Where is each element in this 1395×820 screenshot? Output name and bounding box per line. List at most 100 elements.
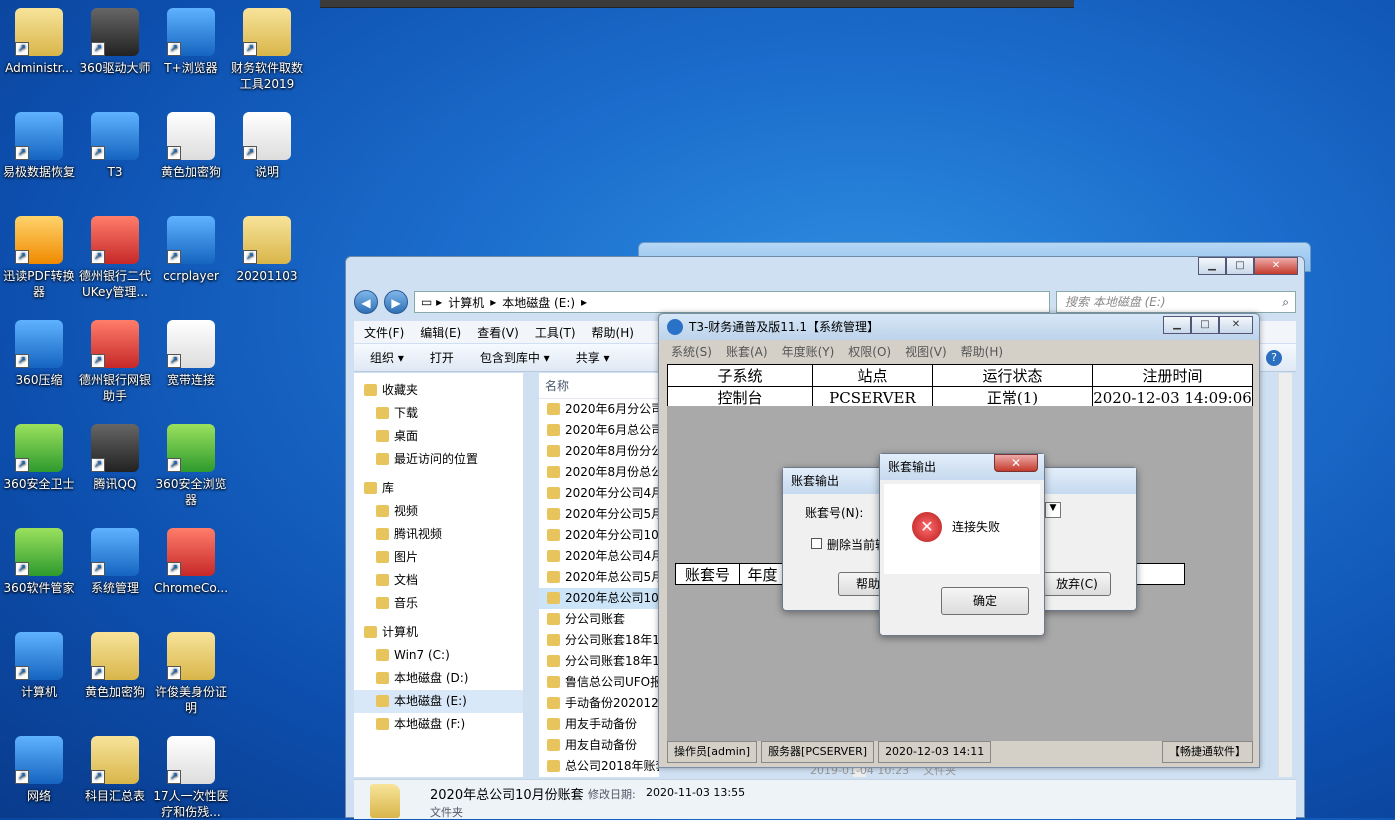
- file-row[interactable]: 分公司账套18年1: [539, 651, 659, 672]
- app-icon: ↗: [15, 528, 63, 576]
- file-row[interactable]: 2020年6月总公司: [539, 420, 659, 441]
- desktop-icon[interactable]: ↗ T3: [76, 112, 154, 180]
- desktop-icon[interactable]: ↗ 网络: [0, 736, 78, 804]
- nav-item[interactable]: 库: [354, 477, 523, 500]
- ok-button[interactable]: 确定: [941, 587, 1029, 615]
- desktop-icon[interactable]: ↗ 财务软件取数工具2019: [228, 8, 306, 92]
- toolbar-button[interactable]: 包含到库中 ▾: [480, 349, 550, 366]
- desktop-icon[interactable]: ↗ 17人一次性医疗和伤残...: [152, 736, 230, 820]
- file-row[interactable]: 分公司账套: [539, 609, 659, 630]
- nav-item[interactable]: 收藏夹: [354, 379, 523, 402]
- nav-item[interactable]: 最近访问的位置: [354, 448, 523, 471]
- nav-item[interactable]: 音乐: [354, 592, 523, 615]
- desktop-icon[interactable]: ↗ 360安全卫士: [0, 424, 78, 492]
- desktop-icon[interactable]: ↗ 20201103: [228, 216, 306, 284]
- desktop-icon[interactable]: ↗ 系统管理: [76, 528, 154, 596]
- nav-item[interactable]: 文档: [354, 569, 523, 592]
- nav-item[interactable]: 计算机: [354, 621, 523, 644]
- desktop-icon[interactable]: ↗ 德州银行网银助手: [76, 320, 154, 404]
- file-scrollbar[interactable]: [1278, 373, 1292, 777]
- menu-item[interactable]: 文件(F): [364, 324, 404, 341]
- t3-menu-item[interactable]: 帮助(H): [961, 343, 1003, 360]
- menu-item[interactable]: 帮助(H): [592, 324, 634, 341]
- help-icon[interactable]: ?: [1266, 350, 1282, 366]
- t3-menu-item[interactable]: 年度账(Y): [782, 343, 835, 360]
- file-row[interactable]: 2020年分公司4月: [539, 483, 659, 504]
- t3-menu-item[interactable]: 系统(S): [671, 343, 712, 360]
- file-row[interactable]: 2020年6月分公司: [539, 399, 659, 420]
- file-row[interactable]: 用友手动备份: [539, 714, 659, 735]
- file-row[interactable]: 2020年总公司4月: [539, 546, 659, 567]
- nav-item[interactable]: 图片: [354, 546, 523, 569]
- desktop-icon[interactable]: ↗ 360安全浏览器: [152, 424, 230, 508]
- delete-checkbox[interactable]: [811, 538, 822, 549]
- desktop-icon[interactable]: ↗ ChromeCo...: [152, 528, 230, 596]
- nav-item[interactable]: 视频: [354, 500, 523, 523]
- file-row[interactable]: 2020年总公司5月: [539, 567, 659, 588]
- desktop-icon[interactable]: ↗ 迅读PDF转换器: [0, 216, 78, 300]
- desktop-icon[interactable]: ↗ 360驱动大师: [76, 8, 154, 76]
- file-row[interactable]: 分公司账套18年1: [539, 630, 659, 651]
- shortcut-arrow-icon: ↗: [243, 42, 257, 56]
- search-input[interactable]: 搜索 本地磁盘 (E:) ⌕: [1056, 291, 1296, 313]
- desktop-icon[interactable]: ↗ 说明: [228, 112, 306, 180]
- file-row[interactable]: 用友自动备份: [539, 735, 659, 756]
- error-close-button[interactable]: ✕: [994, 454, 1038, 472]
- back-button[interactable]: ◀: [354, 290, 378, 314]
- desktop-icon[interactable]: ↗ 德州银行二代UKey管理...: [76, 216, 154, 300]
- address-bar[interactable]: ▭ ▸ 计算机 ▸ 本地磁盘 (E:) ▸: [414, 291, 1050, 313]
- desktop-icon[interactable]: ↗ 360软件管家: [0, 528, 78, 596]
- desktop-icon[interactable]: ↗ 黄色加密狗: [76, 632, 154, 700]
- maximize-button[interactable]: □: [1226, 257, 1254, 275]
- toolbar-button[interactable]: 共享 ▾: [576, 349, 610, 366]
- t3-menu-item[interactable]: 账套(A): [726, 343, 768, 360]
- breadcrumb-drive-e[interactable]: 本地磁盘 (E:): [502, 294, 575, 311]
- nav-item[interactable]: 本地磁盘 (E:): [354, 690, 523, 713]
- toolbar-button[interactable]: 打开: [430, 349, 454, 366]
- desktop-icon[interactable]: ↗ 易极数据恢复: [0, 112, 78, 180]
- file-row[interactable]: 2020年8月份总公: [539, 462, 659, 483]
- menu-item[interactable]: 工具(T): [535, 324, 576, 341]
- file-row[interactable]: 总公司2018年账套1-11月份: [539, 756, 659, 777]
- desktop-icon[interactable]: ↗ 腾讯QQ: [76, 424, 154, 492]
- nav-item[interactable]: 腾讯视频: [354, 523, 523, 546]
- breadcrumb-computer[interactable]: 计算机: [448, 294, 484, 311]
- nav-item[interactable]: Win7 (C:): [354, 644, 523, 667]
- folder-icon: [547, 445, 560, 457]
- app-icon: ↗: [15, 216, 63, 264]
- cancel-button[interactable]: 放弃(C): [1043, 572, 1111, 596]
- desktop-icon[interactable]: ↗ 360压缩: [0, 320, 78, 388]
- close-button[interactable]: ✕: [1254, 257, 1298, 275]
- file-row[interactable]: 鲁信总公司UFO报: [539, 672, 659, 693]
- desktop-icon[interactable]: ↗ 黄色加密狗: [152, 112, 230, 180]
- nav-item[interactable]: 本地磁盘 (F:): [354, 713, 523, 736]
- file-row[interactable]: 手动备份202012: [539, 693, 659, 714]
- desktop-icon[interactable]: ↗ 计算机: [0, 632, 78, 700]
- t3-minimize-button[interactable]: ▁: [1163, 316, 1191, 334]
- forward-button[interactable]: ▶: [384, 290, 408, 314]
- menu-item[interactable]: 编辑(E): [420, 324, 461, 341]
- account-dropdown[interactable]: ▼: [1045, 502, 1061, 518]
- desktop-icon[interactable]: ↗ 宽带连接: [152, 320, 230, 388]
- column-header-name[interactable]: 名称: [539, 373, 659, 399]
- file-row[interactable]: 2020年分公司10: [539, 525, 659, 546]
- nav-item[interactable]: 本地磁盘 (D:): [354, 667, 523, 690]
- t3-maximize-button[interactable]: □: [1191, 316, 1219, 334]
- t3-close-button[interactable]: ✕: [1219, 316, 1253, 334]
- desktop-icon[interactable]: ↗ 许俊美身份证明: [152, 632, 230, 716]
- desktop-icon[interactable]: ↗ 科目汇总表: [76, 736, 154, 804]
- minimize-button[interactable]: ▁: [1198, 257, 1226, 275]
- menu-item[interactable]: 查看(V): [477, 324, 519, 341]
- nav-item[interactable]: 桌面: [354, 425, 523, 448]
- file-row[interactable]: 2020年分公司5月: [539, 504, 659, 525]
- t3-menu-item[interactable]: 权限(O): [848, 343, 891, 360]
- toolbar-button[interactable]: 组织 ▾: [370, 349, 404, 366]
- desktop-icon[interactable]: ↗ ccrplayer: [152, 216, 230, 284]
- desktop-icon[interactable]: ↗ T+浏览器: [152, 8, 230, 76]
- t3-menu-item[interactable]: 视图(V): [905, 343, 947, 360]
- folder-icon: [547, 550, 560, 562]
- file-row[interactable]: 2020年总公司10: [539, 588, 659, 609]
- desktop-icon[interactable]: ↗ Administr...: [0, 8, 78, 76]
- file-row[interactable]: 2020年8月份分公: [539, 441, 659, 462]
- nav-item[interactable]: 下载: [354, 402, 523, 425]
